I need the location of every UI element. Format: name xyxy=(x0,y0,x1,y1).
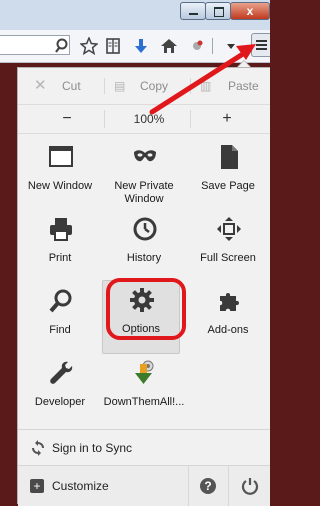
copy-icon: ▤ xyxy=(114,79,126,93)
tile-label: History xyxy=(126,252,162,264)
minimize-button[interactable] xyxy=(180,2,206,20)
tile-label: Save Page xyxy=(201,180,255,192)
help-icon: ? xyxy=(200,478,216,494)
fullscreen-button[interactable]: Full Screen xyxy=(186,210,270,290)
plus-box-icon: + xyxy=(30,479,44,493)
tile-label: Options xyxy=(122,323,160,335)
cut-label: Cut xyxy=(62,79,81,93)
hamburger-menu-button[interactable] xyxy=(251,33,270,57)
developer-button[interactable]: Developer xyxy=(18,354,102,434)
new-private-window-button[interactable]: New Private Window xyxy=(102,138,186,218)
find-button[interactable]: Find xyxy=(18,282,102,362)
tile-label: Print xyxy=(48,252,72,264)
downthemall-icon xyxy=(132,360,158,386)
zoom-reset-button[interactable]: 100% xyxy=(114,109,184,129)
search-icon[interactable] xyxy=(54,37,72,55)
sign-in-sync-button[interactable]: Sign in to Sync xyxy=(18,429,270,466)
addons-icon[interactable] xyxy=(188,37,206,55)
navigation-toolbar xyxy=(0,30,270,63)
wrench-icon xyxy=(48,360,74,386)
tile-label: Add-ons xyxy=(207,324,249,336)
zoom-out-button[interactable]: − xyxy=(52,109,82,129)
customize-label: Customize xyxy=(52,479,109,493)
help-button[interactable]: ? xyxy=(188,466,228,506)
magnifier-icon xyxy=(48,288,74,314)
new-window-button[interactable]: New Window xyxy=(18,138,102,218)
tile-label: Find xyxy=(49,324,71,336)
tile-label: New Private Window xyxy=(114,180,174,205)
close-button[interactable]: x xyxy=(230,2,270,20)
cut-button[interactable]: ✕ Cut xyxy=(34,76,94,96)
options-button[interactable]: Options xyxy=(102,280,180,354)
scissors-icon: ✕ xyxy=(34,77,47,94)
sync-label: Sign in to Sync xyxy=(52,441,133,455)
addons-button[interactable]: Add-ons xyxy=(186,282,270,362)
close-label: x xyxy=(246,4,254,18)
clock-icon xyxy=(132,216,158,242)
save-page-icon xyxy=(216,144,242,170)
power-icon xyxy=(241,477,259,495)
copy-button[interactable]: ▤ Copy xyxy=(114,76,184,96)
edit-controls: ✕ Cut ▤ Copy ▥ Paste xyxy=(18,68,270,104)
tile-label: Full Screen xyxy=(200,252,256,264)
paste-label: Paste xyxy=(228,79,259,93)
private-mask-icon xyxy=(132,144,158,170)
save-page-button[interactable]: Save Page xyxy=(186,138,270,218)
home-icon[interactable] xyxy=(160,37,178,55)
maximize-button[interactable] xyxy=(205,2,231,20)
panel-footer: + Customize ? xyxy=(18,465,270,506)
printer-icon xyxy=(48,216,74,242)
puzzle-icon xyxy=(216,288,242,314)
quit-button[interactable] xyxy=(228,466,270,506)
history-button[interactable]: History xyxy=(102,210,186,290)
dropdown-icon[interactable] xyxy=(222,37,240,55)
tile-label: Developer xyxy=(34,396,86,408)
paste-icon: ▥ xyxy=(200,79,212,93)
separator-icon xyxy=(208,36,218,54)
sync-icon xyxy=(30,440,46,456)
zoom-controls: − 100% + xyxy=(18,104,270,134)
downthemall-button[interactable]: DownThemAll!... xyxy=(102,354,186,434)
window-titlebar: x xyxy=(0,0,270,30)
tile-label: DownThemAll!... xyxy=(103,396,185,408)
print-button[interactable]: Print xyxy=(18,210,102,290)
reading-list-icon[interactable] xyxy=(104,37,122,55)
download-icon[interactable] xyxy=(132,37,150,55)
fullscreen-icon xyxy=(216,216,242,242)
tile-label: New Window xyxy=(27,180,93,192)
copy-label: Copy xyxy=(140,79,169,93)
paste-button[interactable]: ▥ Paste xyxy=(200,76,266,96)
bookmark-star-icon[interactable] xyxy=(79,36,99,56)
customize-button[interactable]: + Customize xyxy=(18,466,188,506)
gear-icon xyxy=(129,287,155,313)
new-window-icon xyxy=(48,144,74,170)
zoom-in-button[interactable]: + xyxy=(212,109,242,129)
menu-panel: ✕ Cut ▤ Copy ▥ Paste − 100% + New Window Ne… xyxy=(17,67,270,506)
